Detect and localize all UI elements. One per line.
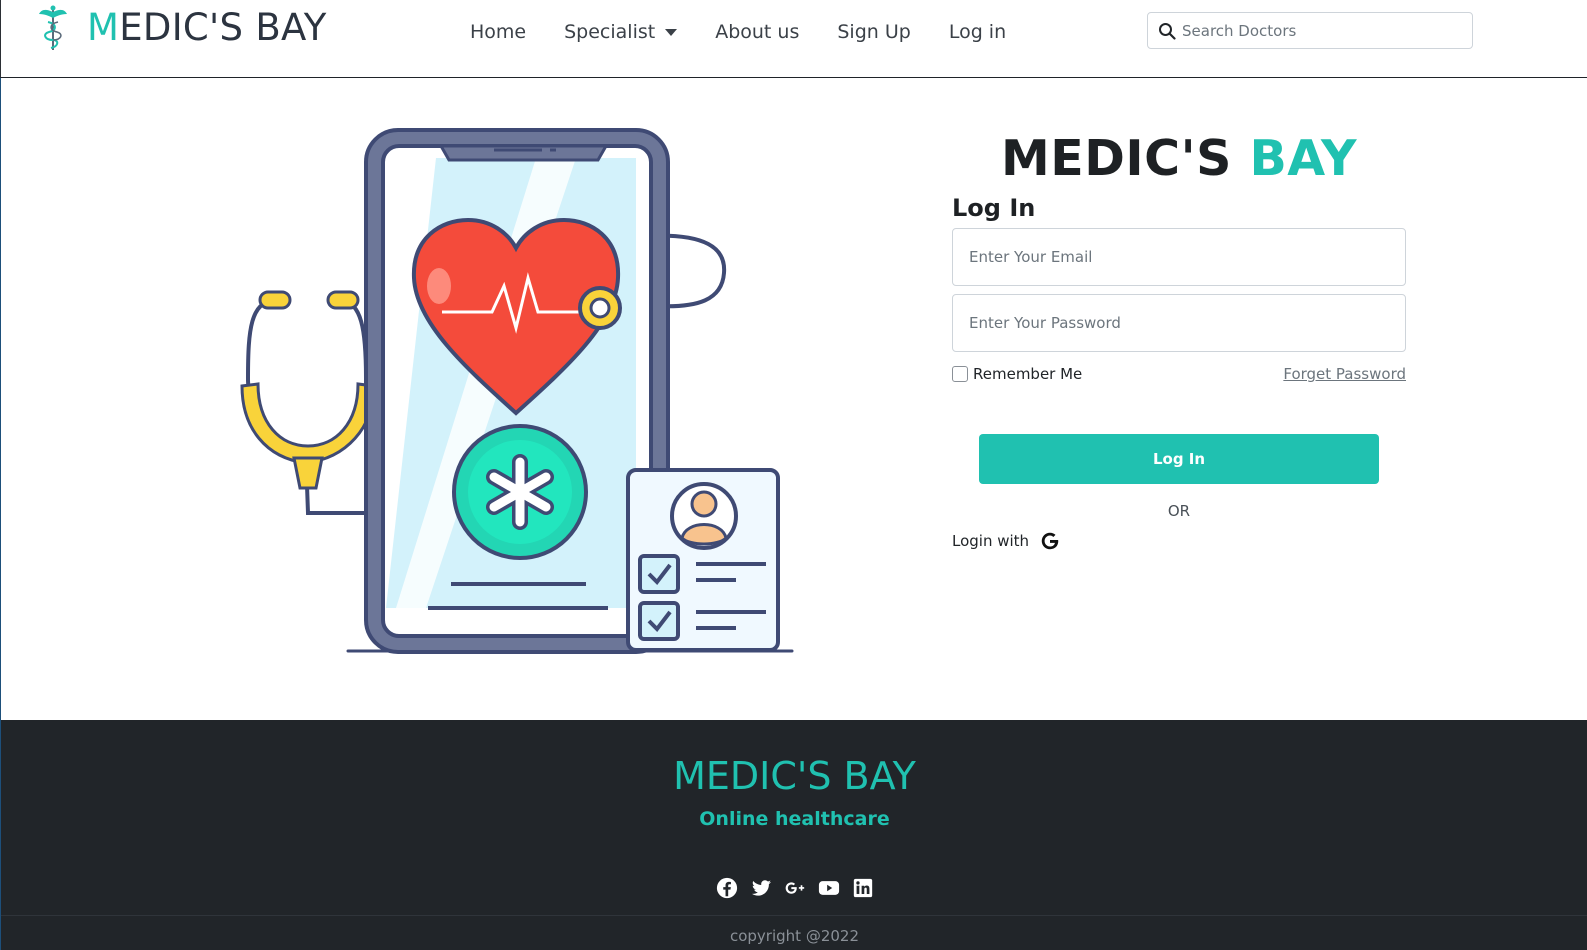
footer-divider [1, 915, 1587, 916]
login-card: MEDIC'S BAY Log In Remember Me Forget Pa… [952, 130, 1406, 552]
caduceus-logo-icon [39, 5, 67, 50]
nav-login[interactable]: Log in [949, 18, 1006, 46]
or-divider: OR [1167, 502, 1191, 520]
caret-down-icon [665, 28, 678, 36]
google-plus-icon[interactable] [784, 877, 806, 899]
login-with-label: Login with [952, 532, 1030, 550]
patient-card-icon [626, 468, 780, 652]
remember-me[interactable]: Remember Me [952, 365, 1082, 383]
email-field[interactable] [969, 248, 1389, 266]
email-field-wrapper [952, 228, 1406, 286]
social-icons [1, 877, 1587, 899]
remember-checkbox[interactable] [952, 366, 968, 382]
remember-label: Remember Me [973, 365, 1083, 383]
google-icon[interactable] [1039, 530, 1061, 552]
login-title: MEDIC'S BAY [952, 130, 1406, 188]
linkedin-icon[interactable] [852, 877, 874, 899]
login-button[interactable]: Log In [979, 434, 1379, 484]
twitter-icon[interactable] [750, 877, 772, 899]
nav-specialist-dropdown[interactable]: Specialist [564, 18, 678, 46]
nav-home[interactable]: Home [470, 18, 526, 46]
youtube-icon[interactable] [818, 877, 840, 899]
search-input[interactable] [1182, 21, 1462, 40]
brand[interactable]: MEDIC'S BAY [37, 4, 327, 52]
password-field[interactable] [969, 314, 1389, 332]
remember-row: Remember Me Forget Password [952, 362, 1406, 386]
nav-specialist-label: Specialist [564, 21, 656, 43]
nav-signup[interactable]: Sign Up [837, 18, 910, 46]
social-login: Login with [952, 530, 1406, 552]
medical-star-icon [452, 424, 588, 560]
login-heading: Log In [952, 194, 1036, 222]
login-title-second: BAY [1249, 130, 1358, 187]
stethoscope-icon [240, 290, 376, 515]
brand-initial: M [87, 6, 120, 49]
copyright: copyright @2022 [729, 927, 859, 945]
main-nav: Home Specialist About us Sign Up Log in [470, 18, 1044, 46]
forget-password-link[interactable]: Forget Password [1283, 365, 1406, 383]
left-edge-line [0, 78, 1, 720]
login-title-first: MEDIC'S [1000, 130, 1232, 187]
footer-title: MEDIC'S BAY [673, 754, 916, 798]
footer: MEDIC'S BAY Online healthcare copyright … [0, 720, 1587, 950]
search-box [1147, 12, 1473, 49]
phone-illustration [240, 128, 794, 654]
navbar: MEDIC'S BAY Home Specialist About us Sig… [0, 0, 1587, 78]
facebook-icon[interactable] [716, 877, 738, 899]
password-field-wrapper [952, 294, 1406, 352]
search-icon [1159, 22, 1176, 40]
footer-subtitle: Online healthcare [699, 808, 890, 830]
brand-name: MEDIC'S BAY [87, 6, 327, 50]
nav-about[interactable]: About us [715, 18, 799, 46]
brand-rest: EDIC'S BAY [119, 6, 327, 49]
